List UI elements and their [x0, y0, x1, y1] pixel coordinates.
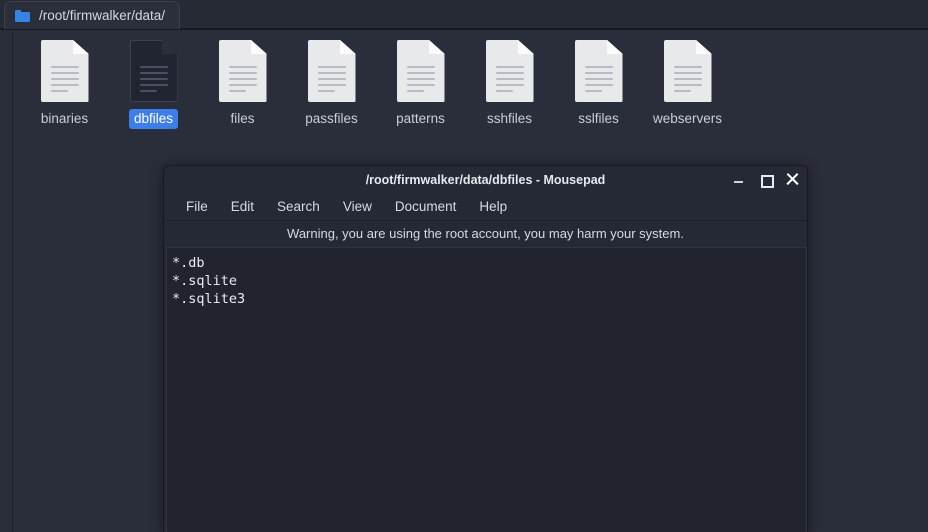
file-item-label: sshfiles: [486, 111, 532, 126]
mousepad-title-bar[interactable]: /root/firmwalker/data/dbfiles - Mousepad: [164, 166, 807, 193]
document-icon: [396, 40, 445, 102]
editor-line: *.sqlite3: [172, 291, 246, 307]
file-item-label: binaries: [40, 111, 89, 126]
root-account-warning: Warning, you are using the root account,…: [164, 221, 807, 246]
root-account-warning-text: Warning, you are using the root account,…: [287, 226, 684, 241]
file-item-binaries[interactable]: binaries: [20, 36, 109, 129]
menu-item-help[interactable]: Help: [471, 196, 515, 217]
file-manager-path-bar: /root/firmwalker/data/: [0, 0, 928, 30]
menu-item-file[interactable]: File: [178, 196, 216, 217]
file-item-patterns[interactable]: patterns: [376, 36, 465, 129]
file-item-label: dbfiles: [128, 109, 179, 129]
file-item-files[interactable]: files: [198, 36, 287, 129]
sidebar-divider: [12, 32, 13, 532]
mousepad-window: /root/firmwalker/data/dbfiles - Mousepad…: [163, 165, 808, 532]
file-item-sshfiles[interactable]: sshfiles: [465, 36, 554, 129]
file-item-label: sslfiles: [578, 111, 619, 126]
document-icon: [485, 40, 534, 102]
desktop-screen: /root/firmwalker/data/ binaries dbfiles: [0, 0, 928, 532]
file-item-dbfiles[interactable]: dbfiles: [109, 36, 198, 129]
file-icon-grid: binaries dbfiles files passfiles pattern…: [20, 36, 910, 129]
window-controls: [732, 166, 799, 193]
file-item-label: passfiles: [305, 111, 358, 126]
menu-item-search[interactable]: Search: [269, 196, 328, 217]
document-icon: [129, 40, 178, 102]
menu-item-document[interactable]: Document: [387, 196, 465, 217]
file-item-label: webservers: [652, 111, 723, 126]
menu-item-edit[interactable]: Edit: [223, 196, 262, 217]
menu-item-view[interactable]: View: [335, 196, 380, 217]
document-icon: [40, 40, 89, 102]
document-icon: [307, 40, 356, 102]
mousepad-menu-bar: File Edit Search View Document Help: [164, 193, 807, 221]
maximize-icon[interactable]: [759, 173, 774, 188]
current-path-label: /root/firmwalker/data/: [39, 8, 166, 23]
document-icon: [574, 40, 623, 102]
document-icon: [218, 40, 267, 102]
file-item-label: patterns: [396, 111, 445, 126]
file-item-sslfiles[interactable]: sslfiles: [554, 36, 643, 129]
window-title: /root/firmwalker/data/dbfiles - Mousepad: [365, 172, 606, 187]
minimize-icon[interactable]: [732, 173, 745, 186]
path-bar-tab[interactable]: /root/firmwalker/data/: [4, 1, 181, 29]
file-item-webservers[interactable]: webservers: [643, 36, 732, 129]
file-item-label: files: [230, 111, 255, 126]
document-icon: [663, 40, 712, 102]
folder-icon: [15, 9, 30, 22]
editor-line: *.db: [172, 255, 205, 271]
text-editor-area[interactable]: *.db *.sqlite *.sqlite3: [166, 247, 807, 532]
editor-line: *.sqlite: [172, 273, 238, 289]
file-item-passfiles[interactable]: passfiles: [287, 36, 376, 129]
close-icon[interactable]: [786, 173, 799, 186]
